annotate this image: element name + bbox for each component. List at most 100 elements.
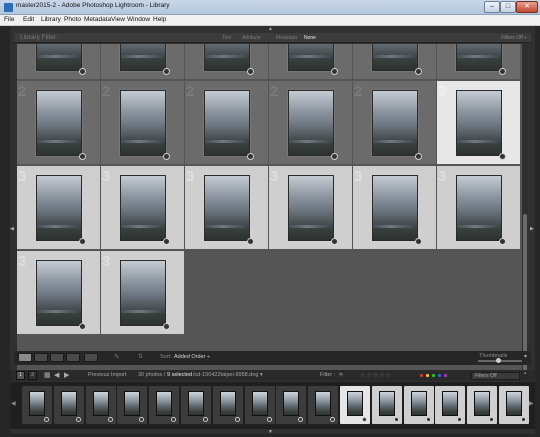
filmstrip-filter-dropdown[interactable]: Filters Off bbox=[471, 372, 520, 380]
grid-scroll-thumb[interactable] bbox=[523, 214, 527, 374]
edit-badge-icon[interactable] bbox=[163, 238, 170, 245]
filmstrip-thumbnail[interactable] bbox=[442, 391, 459, 416]
filmstrip-scroll-right-icon[interactable]: ▶ bbox=[529, 400, 534, 407]
grid-cell[interactable] bbox=[101, 44, 185, 79]
filmstrip-thumbnail[interactable] bbox=[188, 391, 204, 416]
grid-icon[interactable]: ▦ bbox=[44, 371, 51, 379]
filmstrip-cell[interactable] bbox=[22, 386, 52, 424]
left-panel-toggle-icon[interactable]: ◀ bbox=[10, 226, 14, 232]
photo-thumbnail[interactable] bbox=[204, 175, 250, 241]
grid-cell[interactable]: 3 bbox=[353, 166, 437, 249]
menu-photo[interactable]: Photo bbox=[64, 16, 81, 23]
menu-view[interactable]: View bbox=[111, 16, 125, 23]
filmstrip-cell[interactable] bbox=[181, 386, 211, 424]
filmstrip-scroll-left-icon[interactable]: ◀ bbox=[11, 400, 16, 407]
photo-thumbnail[interactable] bbox=[204, 90, 250, 156]
photo-thumbnail[interactable] bbox=[120, 90, 166, 156]
filmstrip-cell[interactable] bbox=[371, 386, 402, 424]
filter-option-metadata[interactable]: Metadata bbox=[276, 35, 297, 41]
flag-filter-icon[interactable]: ⚑ bbox=[338, 371, 344, 379]
filmstrip-thumbnail[interactable] bbox=[283, 391, 300, 416]
sort-order-dropdown[interactable]: Added Order ÷ bbox=[174, 354, 210, 360]
grid-cell[interactable] bbox=[17, 44, 101, 79]
filmstrip-thumbnail[interactable] bbox=[29, 391, 45, 416]
grid-cell[interactable] bbox=[353, 44, 437, 79]
edit-badge-icon[interactable] bbox=[499, 238, 506, 245]
photo-thumbnail[interactable] bbox=[288, 175, 334, 241]
filmstrip-thumbnail[interactable] bbox=[347, 391, 363, 416]
filmstrip-cell[interactable] bbox=[117, 386, 148, 424]
edit-badge-icon[interactable] bbox=[415, 68, 422, 75]
forward-arrow-icon[interactable]: ▶ bbox=[64, 371, 69, 379]
grid-scrollbar[interactable] bbox=[522, 44, 528, 376]
photo-thumbnail[interactable] bbox=[372, 44, 418, 71]
thumbnail-size-knob[interactable] bbox=[496, 358, 501, 363]
grid-cell[interactable]: 3 bbox=[437, 166, 521, 249]
menu-help[interactable]: Help bbox=[153, 16, 166, 23]
filmstrip-cell[interactable] bbox=[212, 386, 243, 424]
color-label-green[interactable] bbox=[432, 374, 435, 377]
grid-view-button[interactable] bbox=[18, 353, 32, 362]
toolbar-menu-icon[interactable]: ▾ bbox=[524, 353, 527, 360]
photo-thumbnail[interactable] bbox=[456, 175, 502, 241]
edit-badge-icon[interactable] bbox=[499, 153, 506, 160]
filter-option-attribute[interactable]: Attribute bbox=[242, 35, 261, 41]
grid-cell[interactable]: 2 bbox=[17, 81, 101, 164]
color-label-red[interactable] bbox=[420, 374, 423, 377]
filmstrip-source[interactable]: Previous Import bbox=[88, 372, 127, 378]
edit-badge-icon[interactable] bbox=[163, 68, 170, 75]
filter-option-none[interactable]: None bbox=[304, 35, 316, 41]
filmstrip-thumbnail[interactable] bbox=[315, 391, 332, 416]
edit-badge-icon[interactable] bbox=[79, 323, 86, 330]
menu-window[interactable]: Window bbox=[127, 16, 150, 23]
edit-badge-icon[interactable] bbox=[415, 153, 422, 160]
filmstrip-cell[interactable] bbox=[435, 386, 466, 424]
photo-thumbnail[interactable] bbox=[120, 260, 166, 326]
grid-cell[interactable] bbox=[185, 44, 269, 79]
grid-cell[interactable]: 2 bbox=[353, 81, 437, 164]
filmstrip-thumbnail[interactable] bbox=[156, 391, 173, 416]
color-label-blue[interactable] bbox=[438, 374, 441, 377]
grid-cell[interactable]: 2 bbox=[437, 81, 521, 164]
photo-thumbnail[interactable] bbox=[372, 90, 418, 156]
filmstrip-cell[interactable] bbox=[467, 386, 498, 424]
photo-thumbnail[interactable] bbox=[288, 90, 334, 156]
photo-thumbnail[interactable] bbox=[120, 44, 166, 71]
rating-filter-stars[interactable]: ☆☆☆☆☆ bbox=[360, 371, 392, 379]
filter-option-text[interactable]: Text bbox=[222, 35, 231, 41]
current-file-path[interactable]: /cd-150422taipei-9958.dng ▾ bbox=[193, 372, 263, 378]
filmstrip-lock-icon[interactable]: ▪ bbox=[524, 371, 526, 377]
compare-view-button[interactable] bbox=[50, 353, 64, 362]
filmstrip-thumbnail[interactable] bbox=[60, 391, 77, 416]
filmstrip-thumbnail[interactable] bbox=[378, 391, 395, 416]
photo-thumbnail[interactable] bbox=[204, 44, 250, 71]
grid-cell[interactable] bbox=[269, 44, 353, 79]
edit-badge-icon[interactable] bbox=[163, 323, 170, 330]
maximize-button[interactable]: □ bbox=[500, 1, 516, 13]
photo-thumbnail[interactable] bbox=[372, 175, 418, 241]
grid-cell[interactable]: 2 bbox=[101, 81, 185, 164]
filmstrip-cell[interactable] bbox=[244, 386, 275, 424]
filmstrip-cell[interactable] bbox=[85, 386, 116, 424]
edit-badge-icon[interactable] bbox=[79, 238, 86, 245]
menu-metadata[interactable]: Metadata bbox=[84, 16, 111, 23]
painter-icon[interactable]: ✎ bbox=[114, 353, 120, 361]
filmstrip-thumbnail[interactable] bbox=[251, 391, 268, 416]
edit-badge-icon[interactable] bbox=[247, 153, 254, 160]
grid-cell[interactable]: 2 bbox=[269, 81, 353, 164]
filmstrip-thumbnail[interactable] bbox=[124, 391, 141, 416]
menu-edit[interactable]: Edit bbox=[23, 16, 34, 23]
photo-thumbnail[interactable] bbox=[456, 44, 502, 71]
people-view-button[interactable] bbox=[84, 353, 98, 362]
filmstrip-cell[interactable] bbox=[499, 386, 529, 424]
loupe-view-button[interactable] bbox=[34, 353, 48, 362]
sort-direction-icon[interactable]: ⇅ bbox=[138, 353, 143, 360]
grid-cell[interactable]: 3 bbox=[17, 166, 101, 249]
main-window-button[interactable]: 1 bbox=[16, 371, 25, 380]
photo-thumbnail[interactable] bbox=[36, 44, 82, 71]
filmstrip-cell[interactable] bbox=[403, 386, 434, 424]
filmstrip-cell[interactable] bbox=[276, 386, 307, 424]
filmstrip-cell[interactable] bbox=[53, 386, 84, 424]
edit-badge-icon[interactable] bbox=[247, 238, 254, 245]
second-window-button[interactable]: 2 bbox=[28, 371, 37, 380]
